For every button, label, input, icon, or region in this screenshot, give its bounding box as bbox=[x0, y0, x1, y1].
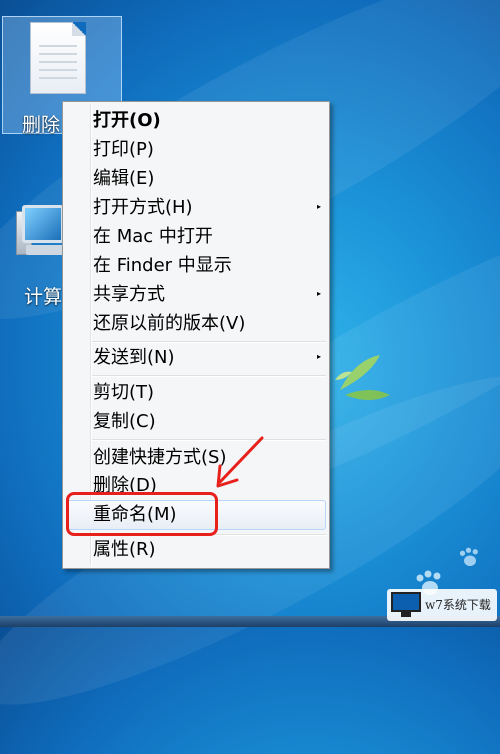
menu-item-cut[interactable]: 剪切(T) bbox=[93, 379, 154, 407]
menu-item-properties[interactable]: 属性(R) bbox=[93, 536, 156, 564]
leaf-decoration-icon bbox=[335, 355, 390, 400]
menu-item-open[interactable]: 打开(O) bbox=[93, 107, 161, 135]
menu-item-copy[interactable]: 复制(C) bbox=[93, 408, 156, 436]
submenu-arrow-icon: ▸ bbox=[316, 202, 321, 211]
menu-separator bbox=[92, 341, 326, 343]
menu-item-share-with[interactable]: 共享方式 bbox=[93, 281, 165, 309]
computer-icon-label[interactable]: 计算 bbox=[24, 282, 62, 309]
paw-print-icon bbox=[459, 547, 478, 566]
file-icon-label[interactable]: 删除 bbox=[22, 110, 62, 137]
menu-item-restore-previous-versions[interactable]: 还原以前的版本(V) bbox=[93, 310, 245, 338]
submenu-arrow-icon: ▸ bbox=[316, 289, 321, 298]
submenu-arrow-icon: ▸ bbox=[316, 352, 321, 361]
menu-item-open-with[interactable]: 打开方式(H) bbox=[93, 194, 193, 222]
document-icon[interactable] bbox=[30, 22, 86, 94]
menu-item-print[interactable]: 打印(P) bbox=[93, 136, 154, 164]
menu-separator bbox=[92, 375, 326, 377]
watermark-text: w7系统下载 bbox=[425, 598, 491, 612]
menu-item-show-in-finder[interactable]: 在 Finder 中显示 bbox=[93, 252, 232, 280]
watermark-logo: w7系统下载 bbox=[387, 589, 497, 621]
rename-highlight-box bbox=[66, 492, 218, 536]
menu-item-send-to[interactable]: 发送到(N) bbox=[93, 344, 175, 372]
monitor-icon bbox=[391, 592, 421, 612]
menu-item-open-in-mac[interactable]: 在 Mac 中打开 bbox=[93, 223, 213, 251]
menu-item-edit[interactable]: 编辑(E) bbox=[93, 165, 154, 193]
computer-icon[interactable] bbox=[16, 205, 64, 275]
annotation-arrow-icon bbox=[216, 436, 264, 488]
